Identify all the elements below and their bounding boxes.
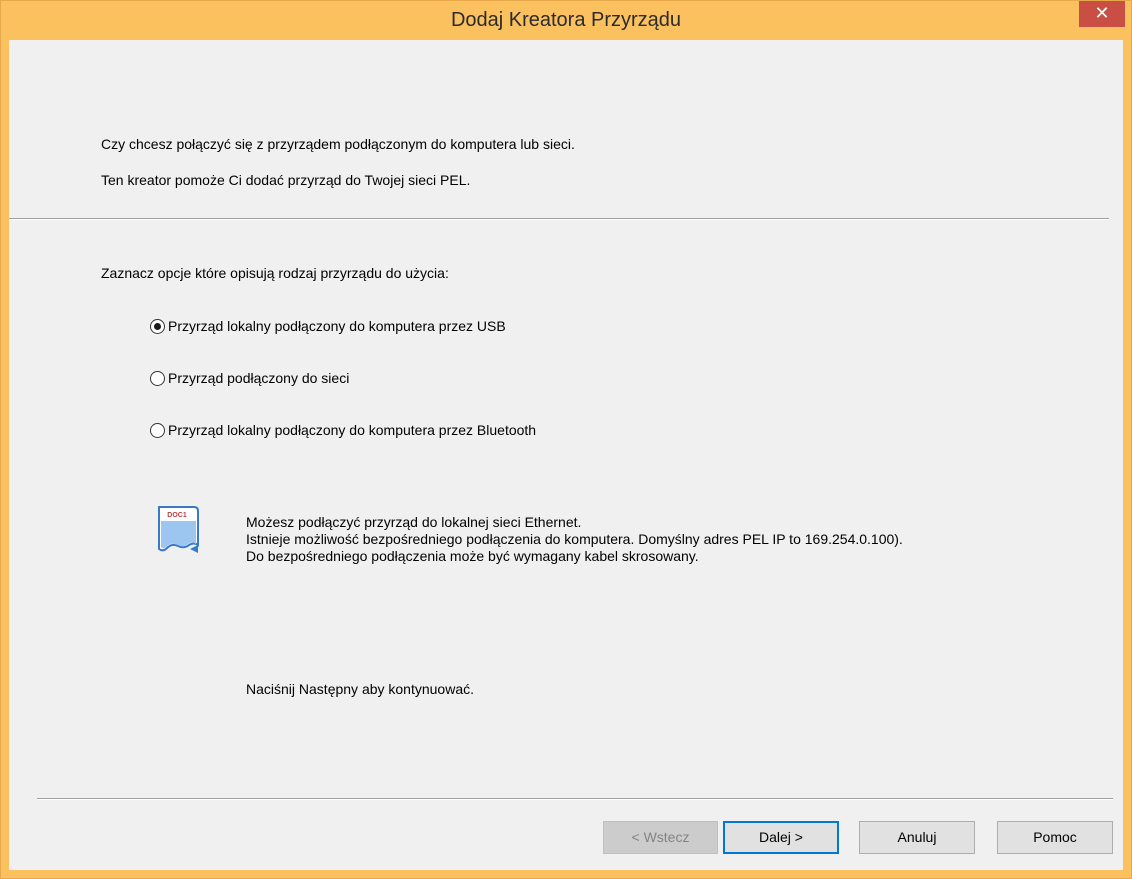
cancel-button[interactable]: Anuluj [859,821,975,854]
next-button[interactable]: Dalej > [723,821,839,854]
radio-label-network: Przyrząd podłączony do sieci [168,370,350,386]
radio-option-network[interactable]: Przyrząd podłączony do sieci [150,368,349,388]
info-line-1: Możesz podłączyć przyrząd do lokalnej si… [246,514,582,530]
back-button[interactable]: < Wstecz [603,821,718,854]
intro-line-2: Ten kreator pomoże Ci dodać przyrząd do … [101,172,471,188]
intro-line-1: Czy chcesz połączyć się z przyrządem pod… [101,136,575,152]
radio-option-usb[interactable]: Przyrząd lokalny podłączony do komputera… [150,316,506,336]
radio-button-network[interactable] [150,370,165,386]
info-text: Możesz podłączyć przyrząd do lokalnej si… [246,514,903,565]
help-button[interactable]: Pomoc [997,821,1113,854]
close-icon: ✕ [1094,3,1110,23]
radio-option-bluetooth[interactable]: Przyrząd lokalny podłączony do komputera… [150,420,536,440]
document-icon: DOC1 [158,506,199,553]
close-button[interactable]: ✕ [1079,1,1125,27]
wizard-window: Dodaj Kreatora Przyrządu ✕ Czy chcesz po… [0,0,1132,879]
radio-button-usb[interactable] [150,318,165,334]
window-title: Dodaj Kreatora Przyrządu [450,9,682,31]
options-prompt: Zaznacz opcje które opisują rodzaj przyr… [101,265,449,281]
radio-label-bluetooth: Przyrząd lokalny podłączony do komputera… [168,422,537,438]
bottom-separator [37,798,1113,800]
continue-hint: Naciśnij Następny aby kontynuować. [246,681,475,697]
radio-button-bluetooth[interactable] [150,422,165,438]
wizard-content: Czy chcesz połączyć się z przyrządem pod… [9,40,1123,870]
info-line-3: Do bezpośredniego podłączenia może być w… [246,548,699,564]
top-separator [9,218,1109,220]
radio-label-usb: Przyrząd lokalny podłączony do komputera… [168,318,506,334]
title-bar[interactable]: Dodaj Kreatora Przyrządu ✕ [1,1,1131,40]
info-line-2: Istnieje możliwość bezpośredniego podłąc… [246,531,903,547]
document-icon-text: DOC1 [167,512,187,519]
